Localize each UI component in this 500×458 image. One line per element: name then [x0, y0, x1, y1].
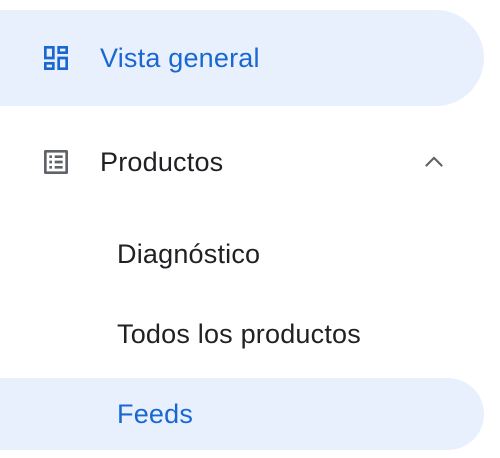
dashboard-icon: [44, 46, 68, 70]
sidebar-nav: Vista general Productos Diagnóstico Todo…: [0, 0, 500, 458]
sidebar-item-label: Productos: [100, 146, 224, 177]
sidebar-subitem-label: Feeds: [117, 398, 194, 429]
sidebar-item-label: Vista general: [100, 42, 260, 73]
list-alt-icon: [44, 150, 68, 174]
sidebar-subitem-diagnostics[interactable]: Diagnóstico: [0, 218, 484, 290]
sidebar-subitem-label: Diagnóstico: [117, 238, 261, 269]
sidebar-item-products[interactable]: Productos: [0, 114, 484, 210]
sidebar-subitem-all-products[interactable]: Todos los productos: [0, 298, 484, 370]
sidebar-item-overview[interactable]: Vista general: [0, 10, 484, 106]
sidebar-subitem-feeds[interactable]: Feeds: [0, 378, 484, 450]
chevron-up-icon[interactable]: [420, 148, 448, 176]
sidebar-subitem-label: Todos los productos: [117, 318, 361, 349]
